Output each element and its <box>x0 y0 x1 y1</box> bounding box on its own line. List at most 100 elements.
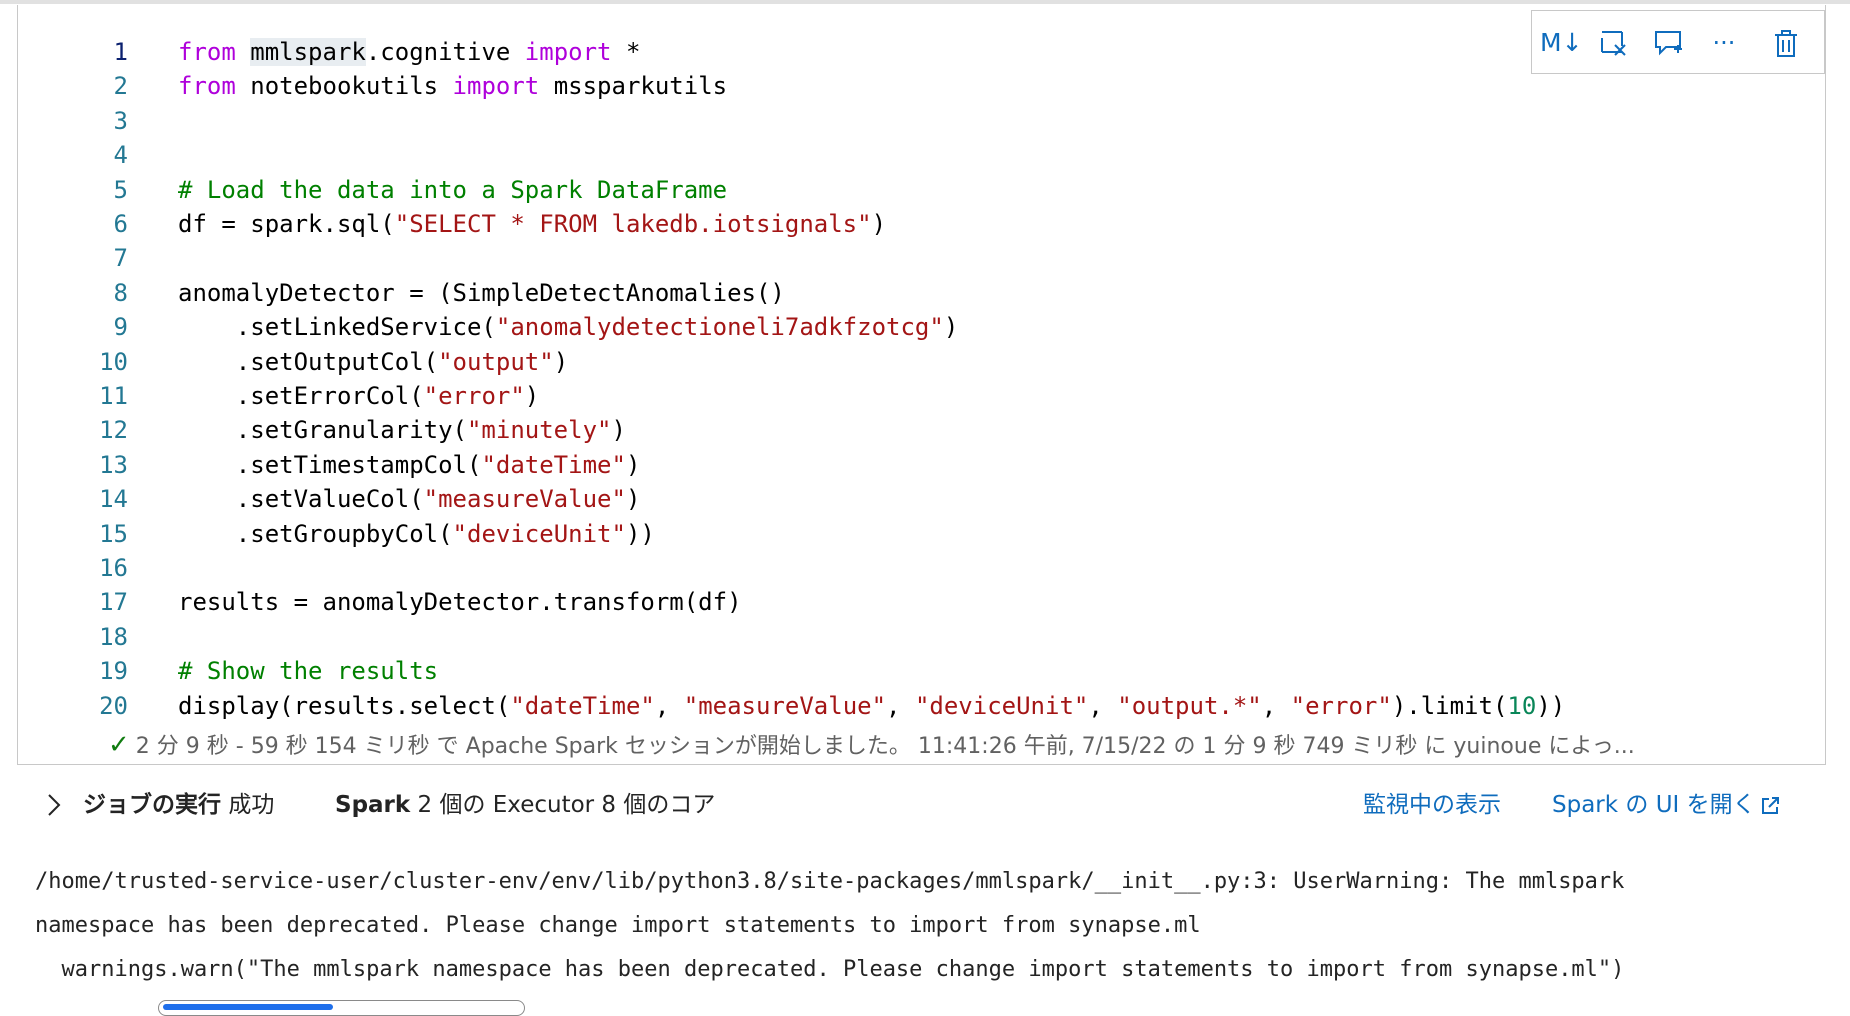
line-number: 17 <box>99 588 128 617</box>
spark-resources: Spark 2 個の Executor 8 個のコア <box>335 780 715 830</box>
code-token: import <box>452 72 540 101</box>
open-spark-ui-link[interactable]: Spark の UI を開く <box>1552 780 1780 830</box>
code-token: ) <box>625 485 641 514</box>
code-text[interactable]: anomalyDetector = (SimpleDetectAnomalies… <box>178 276 785 310</box>
output-line: namespace has been deprecated. Please ch… <box>35 913 1201 938</box>
line-number: 12 <box>99 416 128 445</box>
code-text[interactable]: from notebookutils import mssparkutils <box>178 69 727 103</box>
scrollbar-thumb[interactable] <box>163 1004 333 1010</box>
horizontal-scrollbar[interactable] <box>158 1000 525 1016</box>
code-token: .setErrorCol( <box>178 382 424 410</box>
code-token: display(results.select( <box>178 691 511 720</box>
code-token: ) <box>611 416 626 445</box>
code-text[interactable]: .setErrorCol("error") <box>178 379 539 413</box>
success-check-icon: ✓ <box>108 730 130 760</box>
code-token: mmlspark <box>250 38 366 66</box>
more-options-button[interactable]: ··· <box>1704 23 1744 63</box>
code-text[interactable]: results = anomalyDetector.transform(df) <box>178 585 742 619</box>
code-token: ) <box>625 450 641 479</box>
code-token: ) <box>524 382 540 410</box>
code-text[interactable]: display(results.select("dateTime", "meas… <box>178 689 1565 723</box>
code-cell[interactable]: 1 from mmlspark.cognitive import * 2 from n… <box>17 5 1826 765</box>
code-line[interactable]: 20 display(results.select("dateTime", "me… <box>18 689 1818 723</box>
code-text[interactable]: .setLinkedService("anomalydetectioneli7a… <box>178 310 958 344</box>
code-token: ).limit( <box>1391 691 1508 720</box>
line-number: 13 <box>99 450 128 479</box>
code-line[interactable]: 9 .setLinkedService("anomalydetectioneli… <box>18 310 1818 344</box>
code-token: .setGroupbyCol( <box>178 519 453 548</box>
code-text[interactable]: .setGranularity("minutely") <box>178 413 626 447</box>
execution-status-text: 2 分 9 秒 - 59 秒 154 ミリ秒 で Apache Spark セッ… <box>135 734 1635 759</box>
line-number: 19 <box>99 657 128 686</box>
code-line[interactable]: 10 .setOutputCol("output") <box>18 345 1818 379</box>
code-line[interactable]: 7 <box>18 241 1818 275</box>
spark-label: Spark <box>335 792 411 818</box>
add-comment-button[interactable] <box>1648 23 1688 63</box>
code-text[interactable]: .setOutputCol("output") <box>178 345 568 379</box>
delete-cell-button[interactable] <box>1766 23 1806 63</box>
code-text[interactable]: df = spark.sql("SELECT * FROM lakedb.iot… <box>178 207 886 241</box>
code-token: "deviceUnit" <box>452 519 626 548</box>
code-token: notebookutils <box>235 72 453 101</box>
output-line: /home/trusted-service-user/cluster-env/e… <box>35 869 1625 894</box>
code-text[interactable]: .setValueCol("measureValue") <box>178 482 641 516</box>
job-result: 成功 <box>228 792 275 818</box>
code-line[interactable]: 14 .setValueCol("measureValue") <box>18 482 1818 516</box>
monitoring-view-link[interactable]: 監視中の表示 <box>1363 780 1501 830</box>
spark-detail: 2 個の Executor 8 個のコア <box>417 792 716 818</box>
code-token: "anomalydetectioneli7adkfzotcg" <box>495 313 944 342</box>
code-line[interactable]: 5 # Load the data into a Spark DataFrame <box>18 173 1818 207</box>
code-token: .cognitive <box>365 38 525 66</box>
code-text[interactable]: .setGroupbyCol("deviceUnit")) <box>178 517 655 551</box>
code-line[interactable]: 3 <box>18 104 1818 138</box>
code-token: df = spark.sql( <box>178 210 395 238</box>
code-token: .setGranularity( <box>178 416 467 445</box>
code-line[interactable]: 4 <box>18 138 1818 172</box>
code-token: )) <box>625 519 655 548</box>
code-line[interactable]: 16 <box>18 551 1818 585</box>
code-text[interactable]: from mmlspark.cognitive import * <box>178 35 640 69</box>
code-token: "output.*" <box>1117 691 1262 720</box>
expand-jobs-toggle[interactable] <box>40 780 70 830</box>
code-token: 10 <box>1507 691 1537 720</box>
code-line[interactable]: 8 anomalyDetector = (SimpleDetectAnomalie… <box>18 276 1818 310</box>
cell-toolbar: M↓ ··· <box>1531 10 1825 74</box>
job-execution-row: ジョブの実行 成功 Spark 2 個の Executor 8 個のコア 監視中… <box>40 780 1830 830</box>
code-token: "deviceUnit" <box>914 691 1089 720</box>
code-token: .setLinkedService( <box>178 313 496 342</box>
line-number: 3 <box>113 106 128 135</box>
code-text[interactable]: # Show the results <box>178 654 438 688</box>
code-token: , <box>1088 691 1118 720</box>
code-line[interactable]: 17 results = anomalyDetector.transform(df… <box>18 585 1818 619</box>
code-line[interactable]: 11 .setErrorCol("error") <box>18 379 1818 413</box>
code-token: .setTimestampCol( <box>178 450 482 479</box>
clear-output-button[interactable] <box>1594 23 1634 63</box>
code-line[interactable]: 6 df = spark.sql("SELECT * FROM lakedb.io… <box>18 207 1818 241</box>
code-token: "minutely" <box>466 416 612 445</box>
line-number: 7 <box>113 244 128 273</box>
code-token: "measureValue" <box>423 485 626 514</box>
line-number: 6 <box>113 210 128 238</box>
convert-to-markdown-button[interactable]: M↓ <box>1540 23 1583 63</box>
code-line[interactable]: 2 from notebookutils import mssparkutils <box>18 69 1818 103</box>
code-line[interactable]: 15 .setGroupbyCol("deviceUnit")) <box>18 517 1818 551</box>
code-token: "error" <box>1290 691 1392 720</box>
code-line[interactable]: 19 # Show the results <box>18 654 1818 688</box>
clear-output-icon <box>1601 31 1626 56</box>
code-token: "SELECT * FROM lakedb.iotsignals" <box>394 210 872 238</box>
top-divider <box>0 0 1850 4</box>
open-spark-ui-label: Spark の UI を開く <box>1552 792 1756 818</box>
code-token: .setOutputCol( <box>178 347 439 376</box>
output-line: warnings.warn("The mmlspark namespace ha… <box>35 957 1625 982</box>
code-line[interactable]: 12 .setGranularity("minutely") <box>18 413 1818 447</box>
line-number: 2 <box>113 72 128 101</box>
line-number: 18 <box>99 622 128 651</box>
code-line[interactable]: 18 <box>18 620 1818 654</box>
code-text[interactable]: # Load the data into a Spark DataFrame <box>178 173 727 207</box>
code-text[interactable]: .setTimestampCol("dateTime") <box>178 448 641 482</box>
code-token: mssparkutils <box>539 72 728 101</box>
code-line[interactable]: 13 .setTimestampCol("dateTime") <box>18 448 1818 482</box>
code-token: "dateTime" <box>481 450 626 479</box>
code-token: ) <box>943 313 959 342</box>
